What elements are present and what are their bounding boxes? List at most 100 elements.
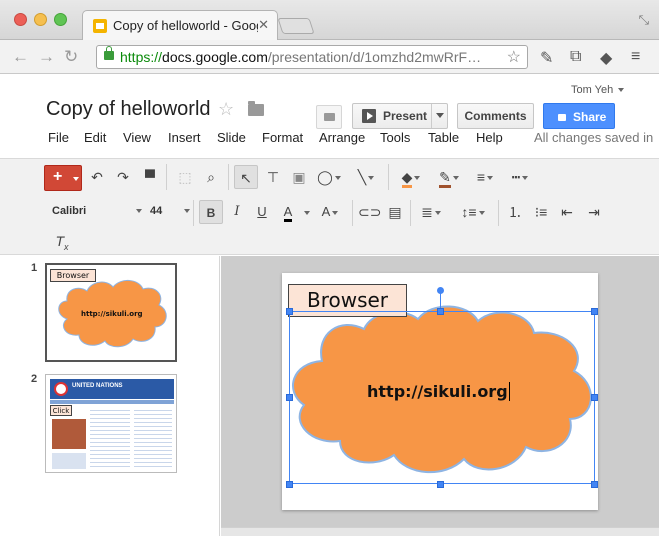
back-icon[interactable]: ←: [12, 47, 29, 67]
shape-icon[interactable]: ◯: [313, 165, 345, 189]
menu-view[interactable]: View: [123, 130, 151, 145]
resize-handle-s[interactable]: [437, 481, 444, 488]
font-size-select[interactable]: 44: [150, 205, 191, 217]
resize-handle-nw[interactable]: [286, 308, 293, 315]
select-cursor-icon[interactable]: ↖: [234, 165, 258, 189]
chevron-down-icon: [73, 177, 79, 181]
menu-tools[interactable]: Tools: [380, 130, 410, 145]
menu-format[interactable]: Format: [262, 130, 303, 145]
un-logo-icon: [54, 382, 68, 396]
speaker-notes-icon[interactable]: [316, 105, 342, 129]
browser-label-thumbnail: Browser: [50, 269, 96, 282]
tab-title: Copy of helloworld - Goog: [113, 18, 258, 33]
address-bar[interactable]: https://docs.google.com/presentation/d/1…: [96, 45, 528, 69]
menu-file[interactable]: File: [48, 130, 69, 145]
text-color-button[interactable]: A: [276, 200, 300, 224]
numbered-list-icon[interactable]: ⒈: [504, 200, 526, 224]
zoom-window-button[interactable]: [54, 13, 67, 26]
resize-handle-ne[interactable]: [591, 308, 598, 315]
speaker-notes-divider[interactable]: [221, 527, 659, 536]
resize-handle-n[interactable]: [437, 308, 444, 315]
rotate-handle[interactable]: [437, 287, 444, 294]
image-icon[interactable]: ▣: [288, 165, 310, 189]
close-window-button[interactable]: [14, 13, 27, 26]
star-icon[interactable]: ☆: [218, 99, 234, 120]
align-icon[interactable]: ≣: [416, 200, 446, 224]
underline-button[interactable]: U: [252, 200, 272, 224]
share-label: Share: [573, 110, 607, 124]
photo-image: [52, 419, 86, 449]
font-family-select[interactable]: Calibri: [52, 205, 143, 217]
save-status: All changes saved in: [534, 130, 654, 145]
clear-formatting-icon[interactable]: Tx: [50, 229, 74, 253]
menu-insert[interactable]: Insert: [168, 130, 201, 145]
bookmark-star-icon[interactable]: ☆: [507, 47, 521, 67]
undo-icon[interactable]: ↶: [86, 165, 108, 189]
present-dropdown-icon[interactable]: [436, 113, 444, 118]
un-website-header: [50, 379, 174, 399]
share-button[interactable]: Share: [543, 103, 615, 129]
present-label: Present: [383, 109, 428, 123]
slide-number: 2: [31, 373, 38, 385]
slides-favicon-icon: [93, 19, 107, 33]
decrease-indent-icon[interactable]: ⇤: [556, 200, 578, 224]
evernote-extension-icon[interactable]: ◆: [600, 48, 612, 68]
menu-arrange[interactable]: Arrange: [319, 130, 365, 145]
resize-handle-w[interactable]: [286, 394, 293, 401]
edit-toolbar: + ↶ ↷ ▀ ⬚ ⌕ ↖ ⊤ ▣ ◯ ╲ ◆ ✎ ≡ ┅ Calibri 44…: [0, 158, 659, 255]
resize-handle-se[interactable]: [591, 481, 598, 488]
plus-icon: +: [53, 168, 63, 185]
menu-edit[interactable]: Edit: [84, 130, 106, 145]
lock-icon: [104, 46, 114, 60]
line-dash-icon[interactable]: ┅: [504, 165, 536, 189]
zoom-icon[interactable]: ⌕: [200, 165, 222, 189]
fullscreen-icon[interactable]: ⤡: [639, 12, 649, 28]
comment-icon[interactable]: ▤: [384, 200, 406, 224]
line-spacing-icon[interactable]: ↕≡: [458, 200, 488, 224]
comments-button[interactable]: Comments: [457, 103, 534, 129]
un-banner-text: UNITED NATIONS: [72, 383, 123, 389]
forward-icon[interactable]: →: [38, 47, 55, 67]
selection-box: [289, 311, 595, 484]
cloud-text-thumbnail: http://sikuli.org: [81, 310, 143, 318]
resize-handle-sw[interactable]: [286, 481, 293, 488]
wrench-extension-icon[interactable]: ✎: [540, 48, 553, 68]
document-title[interactable]: Copy of helloworld: [46, 98, 211, 121]
slide-thumbnail-1[interactable]: Browser http://sikuli.org: [45, 263, 177, 362]
text-box-icon[interactable]: ⊤: [262, 165, 284, 189]
select-area-icon[interactable]: ⬚: [174, 165, 196, 189]
new-slide-button[interactable]: +: [44, 165, 82, 191]
present-button[interactable]: Present: [352, 103, 448, 129]
reload-icon[interactable]: ↻: [64, 47, 78, 67]
resize-handle-e[interactable]: [591, 394, 598, 401]
slide-thumbnail-2[interactable]: UNITED NATIONS Click: [45, 374, 177, 473]
link-icon[interactable]: ⊂⊃: [358, 200, 381, 224]
bulleted-list-icon[interactable]: ⁝≡: [530, 200, 552, 224]
new-tab-button[interactable]: [277, 18, 315, 34]
url-text[interactable]: https://docs.google.com/presentation/d/1…: [120, 49, 481, 65]
menu-icon[interactable]: ≡: [631, 48, 640, 66]
line-color-icon[interactable]: ✎: [432, 165, 466, 189]
fill-color-icon[interactable]: ◆: [394, 165, 428, 189]
menu-table[interactable]: Table: [428, 130, 459, 145]
browser-tab[interactable]: Copy of helloworld - Goog ✕: [82, 10, 278, 40]
highlight-color-button[interactable]: A: [314, 200, 346, 224]
paint-format-icon[interactable]: ▀: [140, 165, 160, 189]
close-icon[interactable]: ✕: [258, 17, 269, 33]
slide-number: 1: [31, 262, 38, 274]
italic-button[interactable]: I: [227, 200, 247, 224]
redo-icon[interactable]: ↷: [112, 165, 134, 189]
bold-button[interactable]: B: [199, 200, 223, 224]
browser-tab-strip: Copy of helloworld - Goog ✕ ⤡: [0, 0, 659, 40]
account-name[interactable]: Tom Yeh: [571, 84, 625, 96]
folder-icon[interactable]: [248, 101, 264, 116]
menu-help[interactable]: Help: [476, 130, 503, 145]
text-color-dropdown-icon[interactable]: [300, 200, 312, 224]
menu-slide[interactable]: Slide: [217, 130, 246, 145]
line-icon[interactable]: ╲: [350, 165, 382, 189]
increase-indent-icon[interactable]: ⇥: [583, 200, 605, 224]
line-weight-icon[interactable]: ≡: [470, 165, 500, 189]
screen-capture-extension-icon[interactable]: ⧉: [570, 48, 581, 66]
minimize-window-button[interactable]: [34, 13, 47, 26]
browser-toolbar: ← → ↻ https://docs.google.com/presentati…: [0, 40, 659, 74]
